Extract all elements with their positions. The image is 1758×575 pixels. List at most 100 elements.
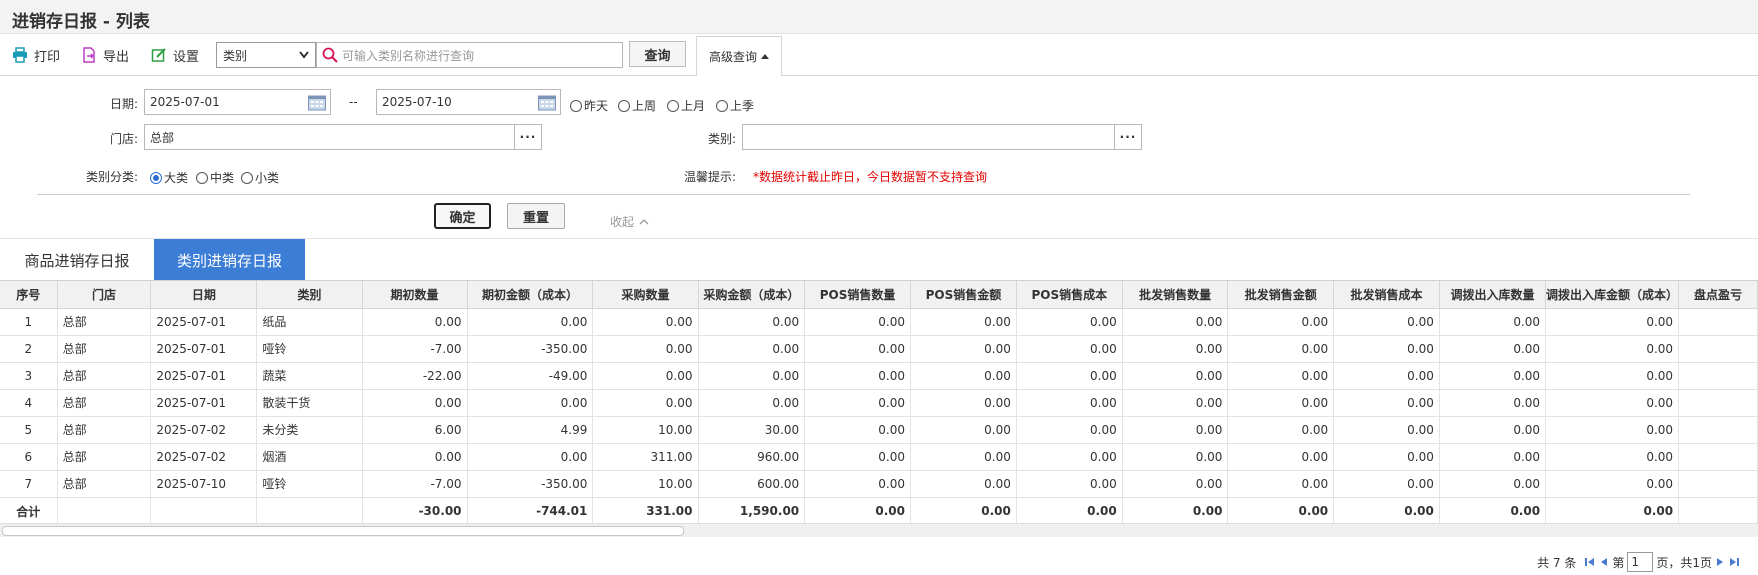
cell-purchase-qty: 0.00 — [592, 389, 699, 417]
total-cell-purchase-qty: 331.00 — [592, 497, 699, 523]
column-header-stocktake-diff[interactable]: 盘点盈亏 — [1678, 281, 1758, 309]
advanced-query-label: 高级查询 — [708, 50, 757, 64]
total-count: 共 7 条 — [1537, 555, 1577, 570]
table-row[interactable]: 1 总部 2025-07-01 纸品 0.00 0.00 0.00 0.00 0.00 0.00 0… — [0, 308, 1758, 336]
column-header-open-qty[interactable]: 期初数量 — [362, 281, 468, 309]
date-from-input[interactable]: 2025-07-01 — [144, 89, 331, 115]
tab-product-report[interactable]: 商品进销存日报 — [0, 239, 154, 281]
column-header-wholesale-amount[interactable]: 批发销售金额 — [1227, 281, 1335, 309]
cell-date: 2025-07-01 — [150, 362, 258, 390]
export-button[interactable]: 导出 — [81, 44, 129, 66]
horizontal-scrollbar[interactable] — [0, 523, 1758, 537]
prev-page-icon[interactable] — [1599, 556, 1609, 568]
cell-open-amount: -350.00 — [467, 335, 594, 363]
cell-open-qty: 0.00 — [362, 443, 468, 471]
column-header-transfer-amount[interactable]: 调拨出入库金额（成本） — [1545, 281, 1680, 309]
page-prefix: 第 — [1612, 555, 1625, 570]
search-field-select[interactable]: 类别 — [216, 42, 316, 68]
cell-purchase-qty: 0.00 — [592, 362, 699, 390]
last-page-icon[interactable] — [1728, 556, 1740, 568]
cell-category: 哑铃 — [256, 335, 363, 363]
cell-date: 2025-07-02 — [150, 416, 258, 444]
collapse-label: 收起 — [610, 215, 635, 229]
column-header-pos-sales-qty[interactable]: POS销售数量 — [804, 281, 911, 309]
cell-seq: 4 — [0, 389, 58, 417]
table-row[interactable]: 5 总部 2025-07-02 未分类 6.00 4.99 10.00 30.00 0.00 0.… — [0, 416, 1758, 444]
scrollbar-thumb[interactable] — [2, 526, 684, 536]
page-title: 进销存日报 - 列表 — [12, 12, 150, 32]
cell-category: 散装干货 — [256, 389, 363, 417]
column-header-pos-sales-cost[interactable]: POS销售成本 — [1016, 281, 1123, 309]
quick-date-last-month[interactable]: 上月 — [667, 97, 705, 114]
table-row[interactable]: 7 总部 2025-07-10 哑铃 -7.00 -350.00 10.00 600.00 0.… — [0, 470, 1758, 498]
class-option-minor[interactable]: 小类 — [241, 169, 279, 186]
print-label: 打印 — [34, 49, 61, 65]
print-button[interactable]: 打印 — [12, 44, 60, 66]
query-button[interactable]: 查询 — [629, 41, 686, 67]
cell-wholesale-qty: 0.00 — [1122, 308, 1229, 336]
column-header-category[interactable]: 类别 — [256, 281, 363, 309]
column-header-purchase-qty[interactable]: 采购数量 — [592, 281, 699, 309]
reset-button[interactable]: 重置 — [507, 203, 565, 229]
column-header-open-amount[interactable]: 期初金额（成本） — [467, 281, 594, 309]
cell-pos-sales-qty: 0.00 — [804, 362, 911, 390]
cell-wholesale-amount: 0.00 — [1227, 416, 1335, 444]
column-header-seq[interactable]: 序号 — [0, 281, 58, 309]
cell-purchase-amount: 0.00 — [698, 308, 806, 336]
title-bar: 进销存日报 - 列表 — [0, 0, 1758, 34]
total-cell-wholesale-cost: 0.00 — [1333, 497, 1440, 523]
table-row[interactable]: 6 总部 2025-07-02 烟酒 0.00 0.00 311.00 960.00 0.00 0… — [0, 443, 1758, 471]
confirm-button[interactable]: 确定 — [434, 203, 491, 229]
calendar-icon[interactable] — [538, 94, 556, 111]
date-from-value: 2025-07-01 — [150, 95, 220, 109]
quick-date-yesterday[interactable]: 昨天 — [570, 97, 608, 114]
column-header-transfer-qty[interactable]: 调拨出入库数量 — [1439, 281, 1547, 309]
column-header-store[interactable]: 门店 — [57, 281, 152, 309]
cell-wholesale-cost: 0.00 — [1333, 362, 1440, 390]
settings-button[interactable]: 设置 — [151, 44, 199, 66]
cell-transfer-qty: 0.00 — [1439, 362, 1547, 390]
report-tabs: 商品进销存日报 类别进销存日报 — [0, 238, 1758, 281]
quick-date-last-week[interactable]: 上周 — [618, 97, 656, 114]
cell-wholesale-cost: 0.00 — [1333, 443, 1440, 471]
calendar-icon[interactable] — [308, 94, 326, 111]
cell-seq: 1 — [0, 308, 58, 336]
column-header-date[interactable]: 日期 — [150, 281, 258, 309]
total-cell-open-qty: -30.00 — [362, 497, 468, 523]
collapse-button[interactable]: 收起 — [610, 213, 650, 230]
total-cell-store — [57, 497, 152, 523]
quick-date-last-quarter[interactable]: 上季 — [716, 97, 754, 114]
advanced-query-toggle[interactable]: 高级查询 — [696, 36, 782, 77]
cell-pos-sales-cost: 0.00 — [1016, 470, 1123, 498]
date-to-input[interactable]: 2025-07-10 — [376, 89, 561, 115]
cell-wholesale-qty: 0.00 — [1122, 389, 1229, 417]
next-page-icon[interactable] — [1715, 556, 1725, 568]
cell-wholesale-cost: 0.00 — [1333, 335, 1440, 363]
cell-open-qty: -7.00 — [362, 470, 468, 498]
table-row[interactable]: 3 总部 2025-07-01 蔬菜 -22.00 -49.00 0.00 0.00 0.00 0… — [0, 362, 1758, 390]
page-number-input[interactable]: 1 — [1627, 552, 1654, 572]
column-header-wholesale-cost[interactable]: 批发销售成本 — [1333, 281, 1440, 309]
category-input[interactable]: ··· — [742, 124, 1142, 150]
search-input[interactable]: 可输入类别名称进行查询 — [316, 42, 623, 68]
cell-transfer-amount: 0.00 — [1545, 335, 1680, 363]
column-header-wholesale-qty[interactable]: 批发销售数量 — [1122, 281, 1229, 309]
cell-wholesale-qty: 0.00 — [1122, 443, 1229, 471]
first-page-icon[interactable] — [1584, 556, 1596, 568]
total-cell-purchase-amount: 1,590.00 — [698, 497, 806, 523]
tab-category-report[interactable]: 类别进销存日报 — [154, 239, 305, 281]
store-picker-button[interactable]: ··· — [514, 125, 541, 149]
category-picker-button[interactable]: ··· — [1114, 125, 1141, 149]
cell-open-amount: 0.00 — [467, 308, 594, 336]
cell-transfer-amount: 0.00 — [1545, 416, 1680, 444]
total-cell-wholesale-amount: 0.00 — [1227, 497, 1335, 523]
table-row[interactable]: 2 总部 2025-07-01 哑铃 -7.00 -350.00 0.00 0.00 0.00 0… — [0, 335, 1758, 363]
date-to-value: 2025-07-10 — [382, 95, 452, 109]
column-header-pos-sales-amount[interactable]: POS销售金额 — [910, 281, 1017, 309]
store-input[interactable]: 总部 ··· — [144, 124, 542, 150]
cell-wholesale-amount: 0.00 — [1227, 443, 1335, 471]
class-option-major[interactable]: 大类 — [150, 169, 188, 186]
class-option-middle[interactable]: 中类 — [196, 169, 234, 186]
table-row[interactable]: 4 总部 2025-07-01 散装干货 0.00 0.00 0.00 0.00 0.00 0.0… — [0, 389, 1758, 417]
column-header-purchase-amount[interactable]: 采购金额（成本） — [698, 281, 806, 309]
